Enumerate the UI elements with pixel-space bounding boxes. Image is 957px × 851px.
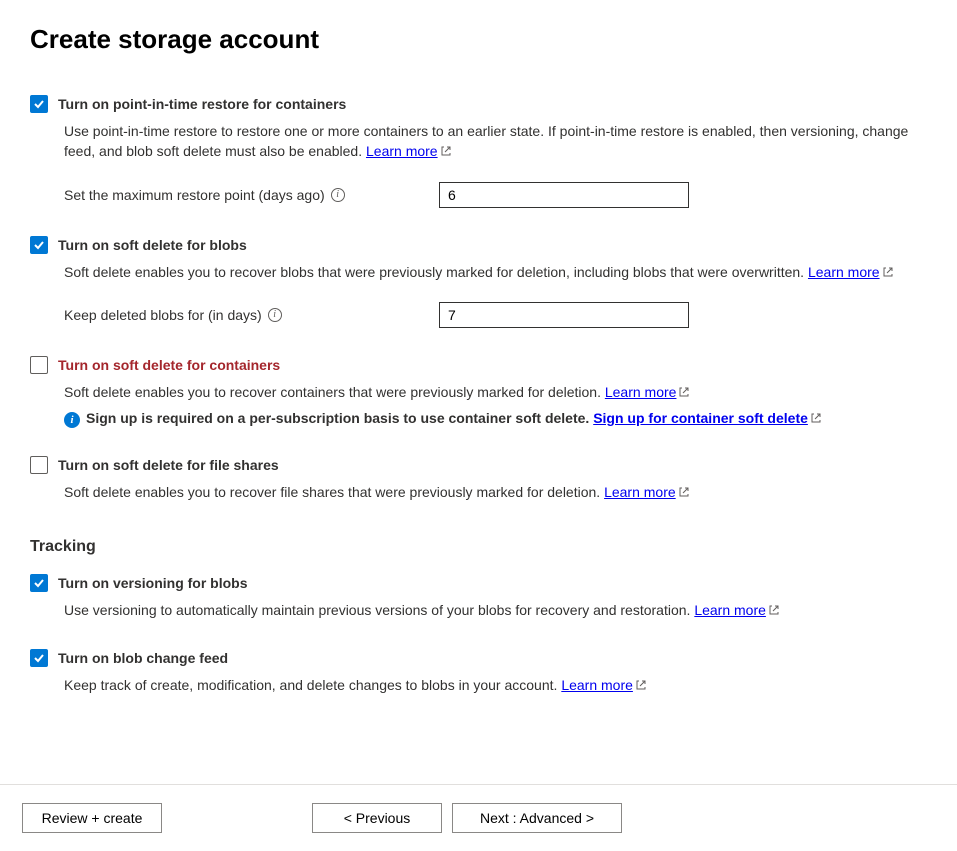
- input-keep-blobs-days[interactable]: [439, 302, 689, 328]
- option-versioning: Turn on versioning for blobs Use version…: [30, 574, 927, 620]
- external-link-icon: [882, 263, 894, 275]
- signup-required-text: Sign up is required on a per-subscriptio…: [86, 410, 593, 426]
- learn-more-soft-delete-containers[interactable]: Learn more: [605, 384, 677, 400]
- external-link-icon: [678, 383, 690, 395]
- footer-bar: Review + create < Previous Next : Advanc…: [0, 784, 957, 851]
- info-icon[interactable]: i: [268, 308, 282, 322]
- option-point-in-time-restore: Turn on point-in-time restore for contai…: [30, 95, 927, 208]
- info-badge-icon: i: [64, 412, 80, 428]
- review-create-button[interactable]: Review + create: [22, 803, 162, 833]
- learn-more-change-feed[interactable]: Learn more: [561, 677, 633, 693]
- learn-more-soft-delete-blobs[interactable]: Learn more: [808, 264, 880, 280]
- description-change-feed: Keep track of create, modification, and …: [64, 675, 927, 695]
- description-soft-delete-blobs: Soft delete enables you to recover blobs…: [64, 262, 927, 282]
- description-soft-delete-shares: Soft delete enables you to recover file …: [64, 482, 927, 502]
- checkbox-change-feed[interactable]: [30, 649, 48, 667]
- field-label-keep-blobs: Keep deleted blobs for (in days) i: [64, 307, 439, 323]
- section-heading-tracking: Tracking: [30, 538, 927, 556]
- label-soft-delete-shares: Turn on soft delete for file shares: [58, 457, 279, 473]
- label-soft-delete-blobs: Turn on soft delete for blobs: [58, 237, 247, 253]
- input-max-restore-days[interactable]: [439, 182, 689, 208]
- previous-button[interactable]: < Previous: [312, 803, 442, 833]
- learn-more-pitr[interactable]: Learn more: [366, 143, 438, 159]
- field-label-max-restore: Set the maximum restore point (days ago)…: [64, 187, 439, 203]
- description-pitr: Use point-in-time restore to restore one…: [64, 121, 927, 162]
- page-title: Create storage account: [30, 24, 927, 55]
- checkbox-soft-delete-shares[interactable]: [30, 456, 48, 474]
- option-soft-delete-shares: Turn on soft delete for file shares Soft…: [30, 456, 927, 502]
- signup-container-soft-delete-link[interactable]: Sign up for container soft delete: [593, 410, 808, 426]
- next-button[interactable]: Next : Advanced >: [452, 803, 622, 833]
- label-change-feed: Turn on blob change feed: [58, 650, 228, 666]
- external-link-icon: [768, 601, 780, 613]
- external-link-icon: [678, 483, 690, 495]
- external-link-icon: [440, 142, 452, 154]
- option-soft-delete-containers: Turn on soft delete for containers Soft …: [30, 356, 927, 428]
- learn-more-versioning[interactable]: Learn more: [694, 602, 766, 618]
- option-soft-delete-blobs: Turn on soft delete for blobs Soft delet…: [30, 236, 927, 328]
- external-link-icon: [810, 411, 822, 423]
- description-versioning: Use versioning to automatically maintain…: [64, 600, 927, 620]
- checkbox-pitr[interactable]: [30, 95, 48, 113]
- label-soft-delete-containers: Turn on soft delete for containers: [58, 357, 280, 373]
- checkbox-versioning[interactable]: [30, 574, 48, 592]
- label-versioning: Turn on versioning for blobs: [58, 575, 248, 591]
- checkbox-soft-delete-blobs[interactable]: [30, 236, 48, 254]
- external-link-icon: [635, 676, 647, 688]
- learn-more-soft-delete-shares[interactable]: Learn more: [604, 484, 676, 500]
- label-pitr: Turn on point-in-time restore for contai…: [58, 96, 346, 112]
- description-soft-delete-containers: Soft delete enables you to recover conta…: [64, 382, 927, 402]
- info-icon[interactable]: i: [331, 188, 345, 202]
- checkbox-soft-delete-containers[interactable]: [30, 356, 48, 374]
- option-change-feed: Turn on blob change feed Keep track of c…: [30, 649, 927, 695]
